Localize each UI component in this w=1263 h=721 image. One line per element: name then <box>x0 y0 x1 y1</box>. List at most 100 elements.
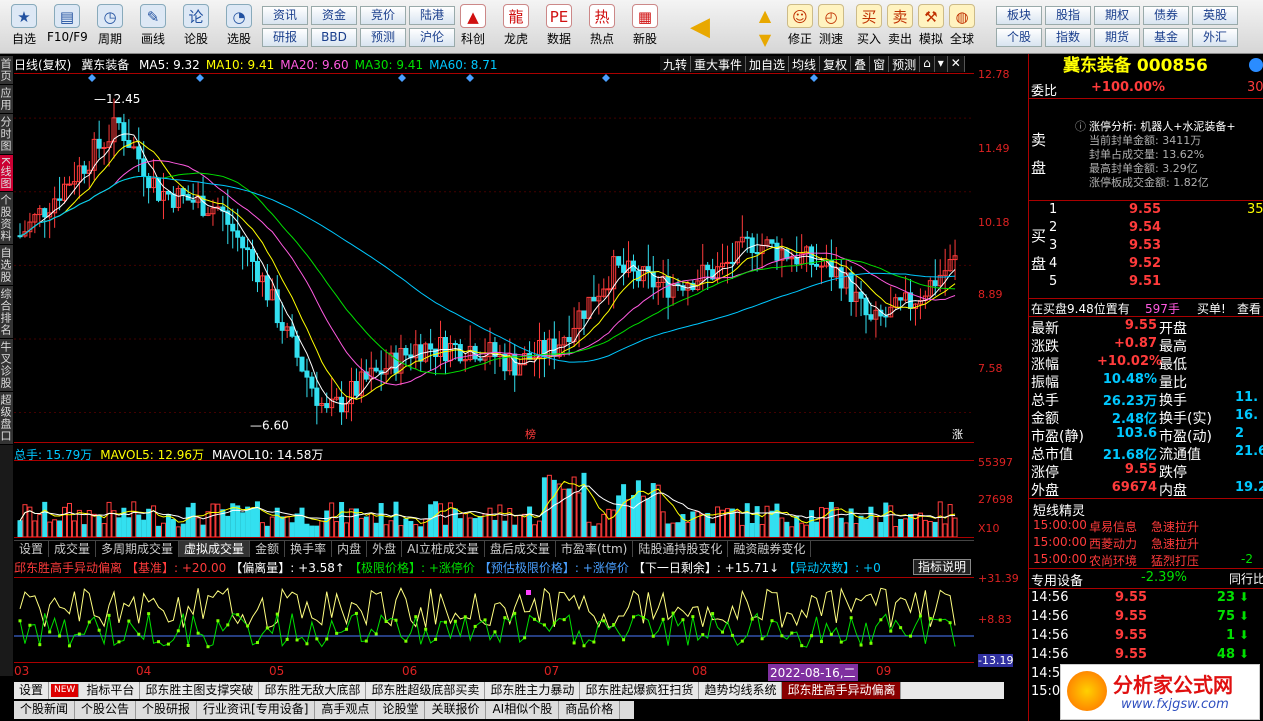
chart-tool-button[interactable]: 加自选 <box>746 56 790 72</box>
left-tab[interactable]: 应用 <box>0 85 13 114</box>
indicator-pane[interactable] <box>14 577 974 663</box>
toolbar-star-button[interactable]: ★ 自选 <box>4 4 44 52</box>
toolbar-grid-button[interactable]: 基金 <box>1143 28 1189 47</box>
toolbar-globe-button[interactable]: ◍ 全球 <box>946 4 978 52</box>
left-tab[interactable]: 分时图 <box>0 114 13 155</box>
indicator-chart[interactable] <box>14 578 974 662</box>
bottom-tab[interactable]: 指标平台 <box>81 682 141 699</box>
chart-tool-button[interactable]: ✕ <box>947 56 965 72</box>
left-tab[interactable]: 自选股 <box>0 245 13 287</box>
toolbar-chart-search-button[interactable]: ◔ 选股 <box>219 4 259 52</box>
info-tab[interactable]: 个股公告 <box>75 701 137 719</box>
toolbar-grid-button[interactable]: 沪伦 <box>409 28 455 47</box>
volume-pane[interactable] <box>14 460 974 538</box>
toolbar-grid-button[interactable]: 个股 <box>996 28 1042 47</box>
toolbar-rocket-button[interactable]: ▲ 科创 <box>452 4 494 52</box>
toolbar-clock-button[interactable]: ◷ 周期 <box>90 4 130 52</box>
toolbar-hammer-button[interactable]: ⚒ 模拟 <box>915 4 947 52</box>
bottom-tab[interactable]: 邱东胜主图支撑突破 <box>140 682 260 699</box>
info-tab[interactable]: 高手观点 <box>315 701 377 719</box>
toolbar-pe-button[interactable]: PE 数据 <box>538 4 580 52</box>
left-tab[interactable]: 个股资料 <box>0 192 13 246</box>
chart-tool-button[interactable]: ▾ <box>934 56 948 72</box>
alert-icon[interactable] <box>1249 58 1263 72</box>
indicator-tab[interactable]: 虚拟成交量 <box>179 541 251 557</box>
kline-pane[interactable]: —12.45 —6.60 榜 涨 <box>14 73 974 443</box>
event-marker-icon[interactable] <box>466 74 474 82</box>
indicator-tab[interactable]: 盘后成交量 <box>485 541 556 557</box>
toolbar-grid-button[interactable]: 债券 <box>1143 6 1189 25</box>
left-tab[interactable]: K线图 <box>0 155 13 193</box>
chart-tool-button[interactable]: 复权 <box>820 56 852 72</box>
event-marker-icon[interactable] <box>810 74 818 82</box>
toolbar-timer-button[interactable]: ◴ 测速 <box>815 4 847 52</box>
chart-mode[interactable]: 日线(复权) <box>14 58 71 72</box>
indicator-tab[interactable]: 金额 <box>250 541 286 557</box>
left-tab[interactable]: 综合排名 <box>0 286 13 340</box>
info-tab[interactable]: AI相似个股 <box>486 701 560 719</box>
info-tab[interactable]: 商品价格 <box>559 701 621 719</box>
volume-chart[interactable] <box>14 461 974 538</box>
toolbar-grid-button[interactable]: 资讯 <box>262 6 308 25</box>
bottom-tab[interactable]: 邱东胜起爆疯狂扫货 <box>580 682 700 699</box>
info-tab[interactable]: 个股研报 <box>136 701 198 719</box>
toolbar-grid-button[interactable]: BBD <box>311 28 357 47</box>
bottom-tab[interactable]: 邱东胜无敌大底部 <box>259 682 367 699</box>
chart-tool-button[interactable]: 窗 <box>870 56 890 72</box>
toolbar-grid-button[interactable]: 竞价 <box>360 6 406 25</box>
chart-tool-button[interactable]: 预测 <box>889 56 921 72</box>
chart-tool-button[interactable]: 叠 <box>851 56 871 72</box>
event-marker-icon[interactable] <box>196 74 204 82</box>
up-arrow-button[interactable]: ▲ <box>752 6 778 26</box>
info-tab[interactable]: 行业资讯[专用设备] <box>197 701 316 719</box>
toolbar-grid-button[interactable]: 研报 <box>262 28 308 47</box>
chart-tool-button[interactable]: 九转 <box>660 56 692 72</box>
indicator-tab[interactable]: 融资融券变化 <box>728 541 812 557</box>
chart-tool-button[interactable]: 均线 <box>789 56 821 72</box>
toolbar-document-button[interactable]: ▤ F10/F9 <box>47 4 88 52</box>
bottom-tab[interactable]: 设置 <box>14 682 50 699</box>
toolbar-chat-button[interactable]: 论论股 <box>176 4 216 52</box>
left-tab[interactable]: 超级盘口 <box>0 392 13 446</box>
info-tab[interactable]: 关联报价 <box>425 701 487 719</box>
toolbar-grid-button[interactable]: 指数 <box>1045 28 1091 47</box>
bottom-tab[interactable]: 邱东胜超级底部买卖 <box>366 682 486 699</box>
toolbar-grid-button[interactable]: 陆港 <box>409 6 455 25</box>
kline-chart[interactable]: —12.45 —6.60 榜 涨 <box>14 74 974 442</box>
toolbar-dragon-button[interactable]: 龍龙虎 <box>495 4 537 52</box>
toolbar-pen-button[interactable]: ✎ 画线 <box>133 4 173 52</box>
event-marker-icon[interactable] <box>88 74 96 82</box>
bottom-tab[interactable]: 邱东胜主力暴动 <box>485 682 581 699</box>
info-tab[interactable]: 个股新闻 <box>14 701 76 719</box>
toolbar-grid-button[interactable]: 期货 <box>1094 28 1140 47</box>
toolbar-grid-button[interactable]: 外汇 <box>1192 28 1238 47</box>
toolbar-sell-button[interactable]: 卖卖出 <box>884 4 916 52</box>
info-tab[interactable]: 论股堂 <box>376 701 426 719</box>
chart-tool-button[interactable]: ⌂ <box>920 56 935 72</box>
down-arrow-button[interactable]: ▼ <box>752 30 778 50</box>
left-tab[interactable]: 牛叉诊股 <box>0 339 13 393</box>
toolbar-hot-button[interactable]: 热热点 <box>581 4 623 52</box>
indicator-tab[interactable]: 多周期成交量 <box>96 541 180 557</box>
indicator-tab[interactable]: 设置 <box>14 541 50 557</box>
event-marker-icon[interactable] <box>398 74 406 82</box>
limit-up-tag[interactable]: 涨 <box>952 428 963 441</box>
indicator-tab[interactable]: 陆股通持股变化 <box>633 541 729 557</box>
toolbar-grid-button[interactable]: 板块 <box>996 6 1042 25</box>
left-tab[interactable]: 首页 <box>0 56 13 85</box>
back-arrow-button[interactable]: ◀ <box>680 4 720 52</box>
rank-tag[interactable]: 榜 <box>525 427 536 441</box>
toolbar-newstock-button[interactable]: ▦ 新股 <box>624 4 666 52</box>
toolbar-smile-button[interactable]: ☺ 修正 <box>784 4 816 52</box>
bottom-tab[interactable]: 邱东胜高手异动偏离 <box>782 682 902 699</box>
toolbar-grid-button[interactable]: 期权 <box>1094 6 1140 25</box>
toolbar-grid-button[interactable]: 预测 <box>360 28 406 47</box>
event-marker-icon[interactable] <box>602 74 610 82</box>
toolbar-grid-button[interactable]: 英股 <box>1192 6 1238 25</box>
indicator-tab[interactable]: 内盘 <box>332 541 368 557</box>
indicator-tab[interactable]: 市盈率(ttm) <box>556 541 634 557</box>
toolbar-grid-button[interactable]: 股指 <box>1045 6 1091 25</box>
new-badge[interactable]: NEW <box>51 684 80 697</box>
indicator-help-button[interactable]: 指标说明 <box>913 559 971 575</box>
indicator-tab[interactable]: 换手率 <box>285 541 333 557</box>
